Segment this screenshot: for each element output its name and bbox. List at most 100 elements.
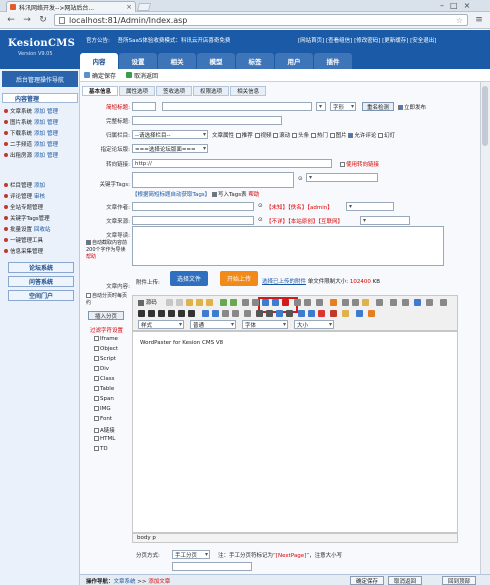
wordpaster-icon[interactable] bbox=[262, 299, 269, 306]
filter-link[interactable]: A链接 bbox=[94, 426, 130, 436]
attr-checkbox[interactable] bbox=[292, 133, 298, 138]
bold-icon[interactable] bbox=[138, 310, 145, 317]
publish-now-checkbox[interactable]: 立即发布 bbox=[398, 103, 426, 111]
filter-img[interactable]: IMG bbox=[94, 406, 130, 416]
select-file-button[interactable]: 选择文件 bbox=[170, 271, 208, 286]
intro-textarea[interactable] bbox=[132, 226, 444, 266]
author-input[interactable] bbox=[132, 202, 254, 211]
filter-div[interactable]: Div bbox=[94, 366, 130, 376]
paging-extra-input[interactable] bbox=[172, 562, 252, 571]
sidebar-button-qa[interactable]: 问答系统 bbox=[8, 276, 74, 287]
nav-tab-models[interactable]: 模型 bbox=[197, 53, 235, 69]
cut-icon[interactable] bbox=[166, 299, 173, 306]
showblocks-icon[interactable] bbox=[426, 299, 433, 306]
filter-font[interactable]: Font bbox=[94, 416, 130, 426]
paste-word-icon[interactable] bbox=[206, 299, 213, 306]
new-tab-button[interactable] bbox=[136, 3, 152, 11]
back-icon[interactable]: ← bbox=[6, 15, 16, 25]
table-icon[interactable] bbox=[342, 299, 349, 306]
auto-page-option[interactable]: 自动分页时每页约 bbox=[86, 292, 130, 306]
nav-tab-content[interactable]: 内容 bbox=[80, 53, 118, 69]
back-to-top-button[interactable]: 回到顶部 bbox=[442, 576, 476, 585]
title-font-select[interactable]: 字形 bbox=[330, 102, 356, 111]
maximize-icon[interactable]: □ bbox=[450, 1, 458, 10]
align-left-icon[interactable] bbox=[256, 310, 263, 317]
format-select[interactable]: 普通 bbox=[190, 320, 236, 329]
title-input[interactable] bbox=[162, 102, 312, 111]
bookmark-star-icon[interactable]: ☆ bbox=[456, 16, 463, 25]
author-quick-links[interactable]: 【未知】【佚名】【admin】 bbox=[266, 203, 333, 211]
image-icon[interactable] bbox=[414, 299, 421, 306]
superscript-icon[interactable] bbox=[188, 310, 195, 317]
filter-script[interactable]: Script bbox=[94, 356, 130, 366]
outdent-icon[interactable] bbox=[222, 310, 229, 317]
maximize-icon[interactable] bbox=[402, 299, 409, 306]
author-select[interactable] bbox=[346, 202, 394, 211]
paste-text-icon[interactable] bbox=[196, 299, 203, 306]
source-input[interactable] bbox=[132, 216, 254, 225]
sidebar-button-forum[interactable]: 论坛系统 bbox=[8, 262, 74, 273]
redirect-input[interactable]: http:// bbox=[132, 159, 332, 168]
source-select[interactable] bbox=[360, 216, 410, 225]
size-select[interactable]: 大小 bbox=[294, 320, 334, 329]
page-break-icon[interactable] bbox=[390, 299, 397, 306]
nav-tab-related[interactable]: 相关 bbox=[158, 53, 196, 69]
editor-content[interactable]: WordPaster for Kesion CMS V8 bbox=[140, 340, 223, 346]
strike-icon[interactable] bbox=[168, 310, 175, 317]
attr-checkbox[interactable] bbox=[254, 133, 260, 138]
replace-icon[interactable] bbox=[304, 299, 311, 306]
pdf-icon[interactable] bbox=[282, 299, 289, 306]
title-prefix-select[interactable] bbox=[132, 102, 156, 111]
tab-related[interactable]: 相关信息 bbox=[230, 86, 267, 96]
find-icon[interactable] bbox=[294, 299, 301, 306]
insert-page-button[interactable]: 插入分页 bbox=[88, 311, 124, 320]
screenshot-icon[interactable] bbox=[272, 299, 279, 306]
tab-close-icon[interactable]: × bbox=[126, 3, 132, 11]
template-select[interactable]: ===选择论坛版面=== bbox=[132, 144, 208, 153]
font-select[interactable]: 字体 bbox=[242, 320, 288, 329]
indent-icon[interactable] bbox=[232, 310, 239, 317]
about-icon[interactable] bbox=[440, 299, 447, 306]
copy-icon[interactable] bbox=[176, 299, 183, 306]
paging-select[interactable]: 手工分页 bbox=[172, 550, 210, 559]
minimize-icon[interactable]: – bbox=[440, 1, 444, 10]
rich-text-editor[interactable] bbox=[132, 331, 458, 533]
close-window-icon[interactable]: × bbox=[464, 1, 471, 10]
menu-icon[interactable]: ≡ bbox=[474, 15, 484, 25]
tab-receipt[interactable]: 签收选项 bbox=[156, 86, 193, 96]
bottom-cancel-button[interactable]: 取消返回 bbox=[388, 576, 422, 585]
justify-icon[interactable] bbox=[286, 310, 293, 317]
filter-span[interactable]: Span bbox=[94, 396, 130, 406]
nav-tab-users[interactable]: 用户 bbox=[275, 53, 313, 69]
filter-html[interactable]: HTML bbox=[94, 436, 130, 446]
attr-checkbox[interactable] bbox=[235, 133, 241, 138]
tab-basic[interactable]: 基本信息 bbox=[82, 86, 119, 96]
url-input[interactable]: localhost:81/Admin/Index.asp ☆ bbox=[54, 14, 468, 26]
align-right-icon[interactable] bbox=[276, 310, 283, 317]
check-repeat-button[interactable]: 重名检测 bbox=[362, 102, 394, 111]
auto-intro-option[interactable]: 自动截取内容前200个字作为导读 帮助 bbox=[86, 240, 130, 261]
bottom-save-button[interactable]: 确定保存 bbox=[350, 576, 384, 585]
style-select[interactable]: 样式 bbox=[138, 320, 184, 329]
tab-permissions[interactable]: 权限选项 bbox=[193, 86, 230, 96]
special-char-icon[interactable] bbox=[376, 299, 383, 306]
tags-input[interactable] bbox=[132, 172, 294, 188]
full-title-input[interactable] bbox=[132, 116, 282, 125]
rule-icon[interactable] bbox=[352, 299, 359, 306]
tab-attributes[interactable]: 属性选项 bbox=[119, 86, 156, 96]
nav-tab-labels[interactable]: 标签 bbox=[236, 53, 274, 69]
blockquote-icon[interactable] bbox=[244, 310, 251, 317]
italic-icon[interactable] bbox=[148, 310, 155, 317]
scrollbar-thumb[interactable] bbox=[482, 86, 488, 146]
unlink-icon[interactable] bbox=[308, 310, 315, 317]
browser-tab[interactable]: 科汛网络开发-->网站后台... × bbox=[6, 1, 136, 12]
bg-color-icon[interactable] bbox=[342, 310, 349, 317]
page-scrollbar[interactable] bbox=[480, 82, 490, 574]
text-color-icon[interactable] bbox=[330, 310, 337, 317]
use-redirect-checkbox[interactable]: 使用转向链接 bbox=[340, 160, 379, 168]
help-icon[interactable] bbox=[368, 310, 375, 317]
tags-select[interactable] bbox=[306, 173, 378, 182]
filter-class[interactable]: Class bbox=[94, 376, 130, 386]
nav-tab-settings[interactable]: 设置 bbox=[119, 53, 157, 69]
link-icon[interactable] bbox=[298, 310, 305, 317]
